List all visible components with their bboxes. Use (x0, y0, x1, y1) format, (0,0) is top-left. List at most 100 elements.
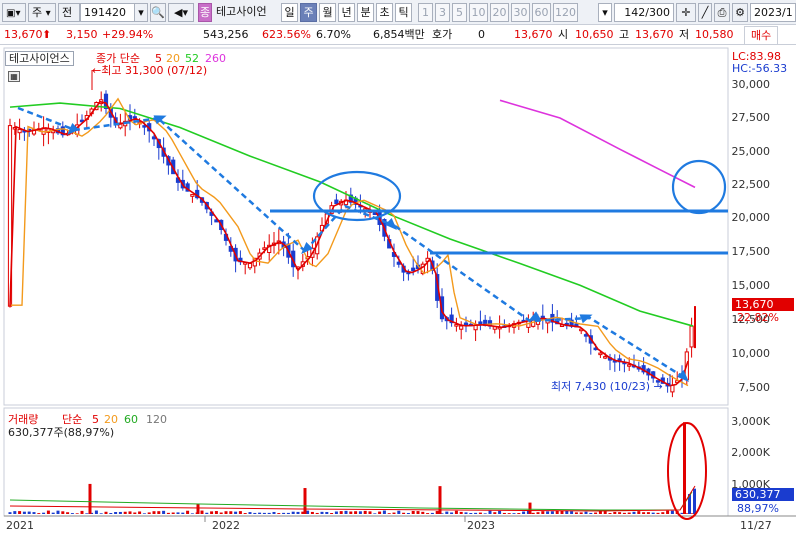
interval-dropdown-icon[interactable]: ▾ (598, 3, 612, 22)
quote-turnover: 6.70% (316, 28, 351, 41)
up-arrow-icon: ⬆ (42, 28, 52, 41)
period-second[interactable]: 초 (376, 3, 393, 22)
volume-bar (243, 513, 247, 514)
highlight-circle-1 (312, 170, 402, 222)
interval-120[interactable]: 120 (553, 3, 578, 22)
volume-bar (603, 511, 607, 514)
interval-10[interactable]: 10 (469, 3, 488, 22)
volume-bar (512, 513, 516, 514)
toolbar: ▣▾ 주 ▾ 전 191420 ▾ 🔍 ◀▾ 종 테고사이언 일 주 월 년 분… (0, 0, 796, 25)
volume-bar (37, 513, 41, 514)
last-price-box: 13,670 (732, 298, 794, 311)
volume-bar (670, 510, 674, 514)
volume-bar (661, 512, 665, 514)
volume-bar (589, 512, 593, 514)
stock-tag[interactable]: 테고사이언스 (5, 51, 74, 66)
volume-ma-120: 120 (146, 413, 167, 426)
last-volume-pct: 88,97% (737, 502, 779, 515)
interval-1[interactable]: 1 (418, 3, 433, 22)
volume-bar (99, 513, 103, 514)
volume-bar-last (693, 488, 696, 514)
chevron-down-icon[interactable]: ▾ (134, 3, 148, 22)
volume-bar (546, 511, 550, 514)
period-day[interactable]: 일 (281, 3, 298, 22)
buy-button[interactable]: 매수 (744, 26, 779, 45)
volume-y-tick: 2,000K (731, 446, 770, 459)
period-tick[interactable]: 틱 (395, 3, 412, 22)
volume-bar (411, 510, 415, 514)
interval-60[interactable]: 60 (532, 3, 551, 22)
grid-toggle-icon[interactable]: ▦ (8, 71, 20, 82)
volume-bar (80, 510, 84, 514)
y-tick: 22,500 (731, 178, 771, 191)
volume-bar (363, 510, 367, 514)
date-field[interactable]: 2023/1 (750, 3, 796, 22)
volume-bar (272, 511, 276, 514)
volume-ma-5: 5 (92, 413, 99, 426)
volume-bar (224, 511, 228, 514)
volume-bar (406, 512, 410, 514)
volume-bar (214, 511, 218, 514)
volume-bar (397, 510, 401, 514)
settings-icon[interactable]: ⚙ (732, 3, 748, 22)
volume-bar (531, 512, 535, 514)
interval-30[interactable]: 30 (511, 3, 530, 22)
volume-bar (618, 512, 622, 514)
volume-bar (536, 512, 540, 514)
volume-bar (118, 511, 122, 514)
quote-current: 13,670 (514, 28, 553, 41)
quote-high-label: 고 (619, 28, 630, 41)
volume-bar (238, 511, 242, 514)
volume-bar (205, 512, 209, 514)
volume-bar (522, 511, 526, 514)
volume-bar (282, 512, 286, 514)
print-icon[interactable]: ⎙ (714, 3, 730, 22)
volume-bar (498, 510, 502, 514)
market-select[interactable]: 주 ▾ (28, 3, 56, 22)
chart-area[interactable]: ▦ 테고사이언스 종가 단순 5 20 52 260 ←최고 31,300 (0… (0, 46, 796, 537)
volume-bar (210, 511, 214, 514)
volume-bar (114, 512, 118, 514)
count-field[interactable]: 142/300 (614, 3, 674, 22)
volume-bar (219, 512, 223, 514)
sound-icon[interactable]: ◀▾ (168, 3, 194, 22)
quote-bar: 13,670 ⬆ 3,150 +29.94% 543,256 623.56% 6… (0, 25, 796, 45)
period-minute[interactable]: 분 (357, 3, 374, 22)
price-panel-frame (3, 47, 729, 406)
chart-canvas[interactable] (0, 46, 796, 537)
volume-bar (570, 511, 574, 514)
prev-label: 전 (62, 6, 73, 19)
quote-hoga-label: 호가 (432, 28, 453, 41)
prev-button[interactable]: 전 (58, 3, 80, 22)
stock-code-value: 191420 (84, 6, 126, 19)
volume-bar (27, 511, 31, 514)
candle-body (598, 352, 603, 356)
layout-icon[interactable]: ▣▾ (2, 3, 26, 22)
volume-bar (430, 512, 434, 514)
quote-hoga-value: 0 (478, 28, 485, 41)
volume-bar (622, 512, 626, 514)
search-icon[interactable]: 🔍 (150, 3, 166, 22)
quote-change-pct: +29.94% (102, 28, 154, 41)
volume-bar (517, 513, 521, 514)
volume-bar (550, 511, 554, 514)
crosshair-icon[interactable]: ✛ (676, 3, 696, 22)
volume-bar (339, 511, 343, 514)
volume-bar (632, 511, 636, 514)
x-label-2023: 2023 (467, 519, 495, 532)
volume-bar (464, 512, 468, 514)
volume-ma-60: 60 (124, 413, 138, 426)
period-week[interactable]: 주 (300, 3, 317, 22)
volume-bar (426, 513, 430, 514)
period-year[interactable]: 년 (338, 3, 355, 22)
market-label: 주 (32, 6, 43, 19)
draw-line-icon[interactable]: ╱ (698, 3, 712, 22)
interval-5[interactable]: 5 (452, 3, 467, 22)
interval-3[interactable]: 3 (435, 3, 450, 22)
quote-volume: 543,256 (203, 28, 249, 41)
interval-20[interactable]: 20 (490, 3, 509, 22)
volume-bar (320, 511, 324, 514)
period-month[interactable]: 월 (319, 3, 336, 22)
volume-bar (459, 511, 463, 514)
last-volume-box: 630,377 (732, 488, 794, 501)
